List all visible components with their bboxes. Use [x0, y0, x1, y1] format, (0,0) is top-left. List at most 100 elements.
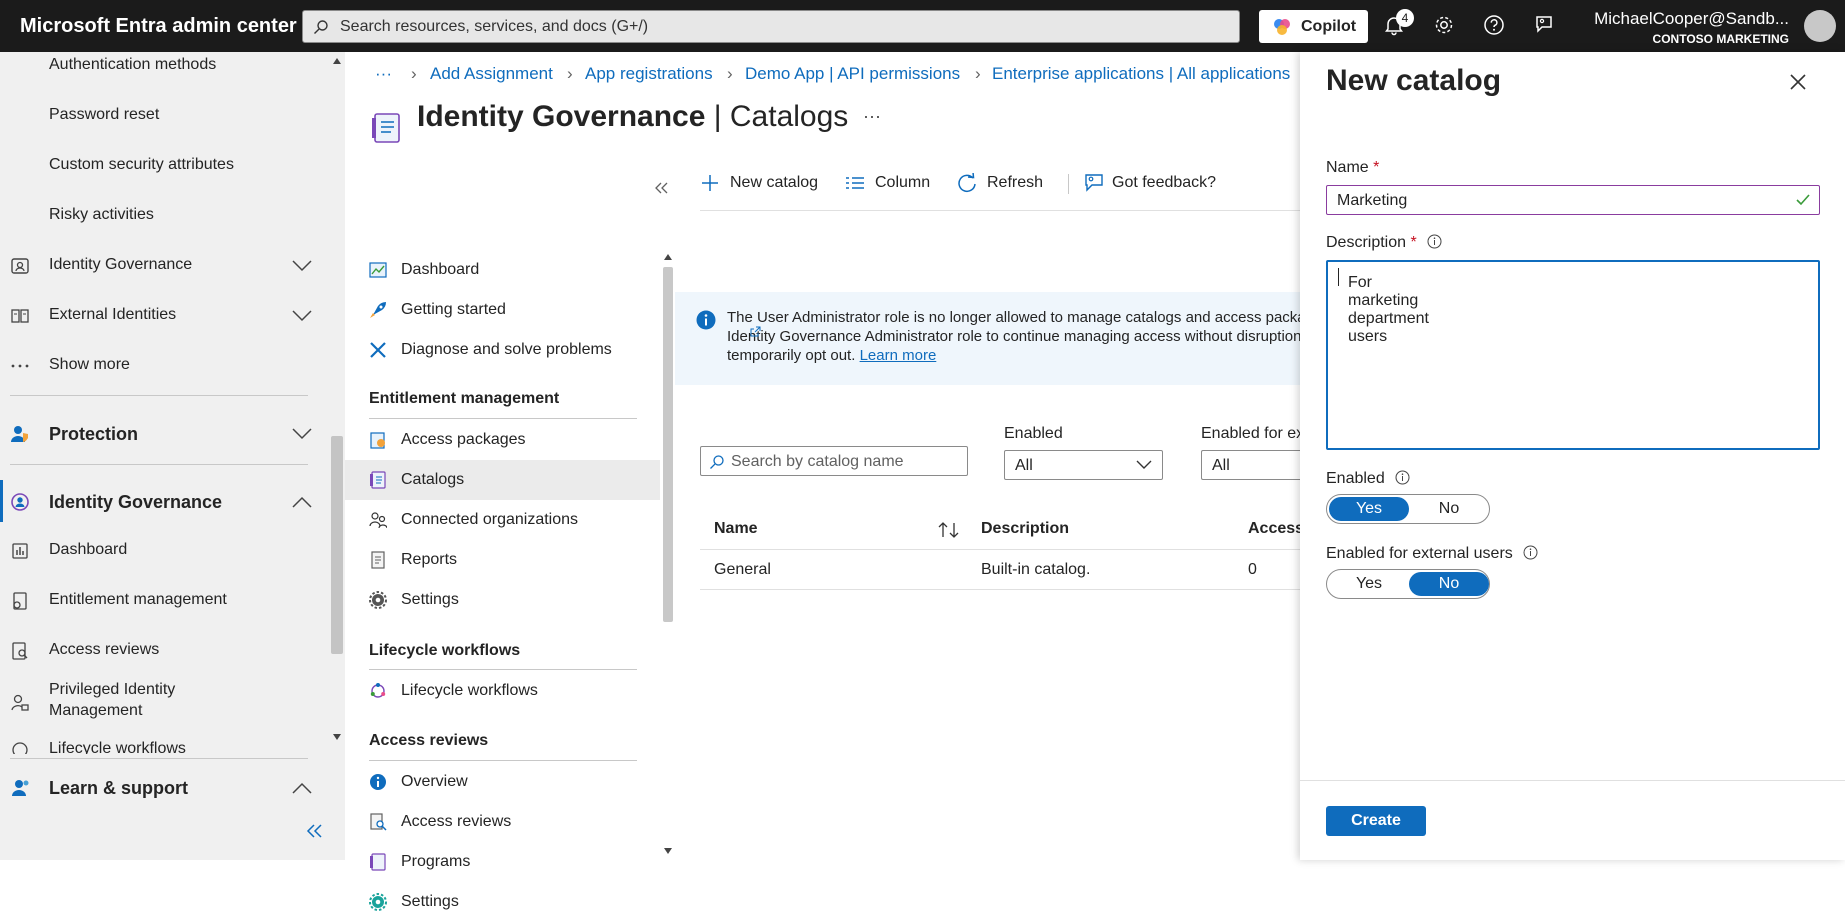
nav-item-label: External Identities [49, 306, 177, 323]
enabled-toggle-label: Enabled [1326, 470, 1410, 488]
refresh-button[interactable]: Refresh [957, 164, 1057, 202]
new-catalog-button[interactable]: New catalog [700, 164, 830, 202]
scroll-up-icon[interactable] [664, 254, 672, 260]
info-line-2: Identity Governance Administrator role t… [727, 328, 1302, 345]
enabled-no-option[interactable]: No [1409, 497, 1489, 521]
chevron-up-icon [292, 496, 312, 508]
external-no-option[interactable]: No [1409, 572, 1489, 596]
nav-section-learn-support[interactable]: Learn & support [0, 768, 330, 808]
enabled-yes-option[interactable]: Yes [1329, 497, 1409, 521]
menu-item-connected-organizations[interactable]: Connected organizations [345, 500, 660, 540]
external-filter-value: All [1212, 457, 1230, 474]
nav-item-entitlement-management[interactable]: Entitlement management [0, 581, 330, 621]
info-icon[interactable] [1395, 470, 1410, 485]
nav-item-risky-activities[interactable]: Risky activities [0, 196, 330, 236]
table-header: Name Description Access [700, 508, 1304, 550]
page-title: Identity Governance | Catalogs [417, 100, 848, 134]
menu-item-ar-settings[interactable]: Settings [345, 882, 660, 922]
menu-item-dashboard[interactable]: Dashboard [345, 250, 660, 290]
settings-gear-icon [369, 591, 387, 609]
menu-item-overview[interactable]: Overview [345, 762, 660, 802]
account-manager[interactable]: MichaelCooper@Sandb... CONTOSO MARKETING [1594, 9, 1789, 46]
global-search-input[interactable]: Search resources, services, and docs (G+… [302, 10, 1240, 43]
copilot-button[interactable]: Copilot [1259, 10, 1368, 43]
nav-item-external-identities[interactable]: External Identities [0, 296, 330, 336]
menu-item-em-settings[interactable]: Settings [345, 580, 660, 620]
help-icon[interactable] [1483, 14, 1507, 38]
breadcrumb-more-button[interactable]: ··· [375, 64, 392, 84]
menu-item-label: Connected organizations [401, 511, 579, 528]
table-row[interactable]: General Built-in catalog. 0 [700, 550, 1300, 590]
scroll-up-icon[interactable] [333, 58, 341, 64]
close-panel-button[interactable] [1788, 72, 1812, 96]
collapse-nav-icon[interactable] [306, 824, 324, 838]
nav-item-access-reviews[interactable]: Access reviews [0, 631, 330, 671]
menu-item-label: Programs [401, 853, 471, 870]
description-field[interactable]: For marketing department users [1326, 260, 1820, 450]
nav-item-show-more[interactable]: Show more [0, 346, 330, 386]
info-icon[interactable] [1427, 234, 1442, 249]
catalog-page-icon [369, 110, 405, 146]
menu-item-label: Catalogs [401, 471, 465, 488]
nav-item-lifecycle-workflows-clipped[interactable]: Lifecycle workflows [0, 736, 330, 754]
menu-item-access-reviews[interactable]: Access reviews [345, 802, 660, 842]
learn-more-link[interactable]: Learn more [860, 347, 937, 364]
new-catalog-label: New catalog [730, 174, 819, 191]
left-nav-scroll-thumb[interactable] [331, 436, 343, 654]
create-button[interactable]: Create [1326, 806, 1426, 836]
sort-icon[interactable] [938, 521, 960, 539]
chevron-down-icon [1136, 460, 1152, 469]
avatar[interactable] [1804, 10, 1836, 42]
nav-section-identity-governance[interactable]: Identity Governance [0, 482, 330, 522]
enabled-filter-dropdown[interactable]: All [1004, 450, 1163, 480]
feedback-button[interactable]: Got feedback? [1082, 164, 1232, 202]
row-name[interactable]: General [714, 561, 771, 579]
pim-icon [11, 694, 29, 711]
column-header-access[interactable]: Access [1248, 520, 1304, 538]
nav-item-label: Privileged Identity Management [49, 681, 176, 719]
info-icon[interactable] [1523, 545, 1538, 560]
name-field[interactable]: Marketing [1326, 185, 1820, 215]
divider [10, 464, 308, 465]
external-yes-option[interactable]: Yes [1329, 572, 1409, 596]
nav-item-custom-security-attributes[interactable]: Custom security attributes [0, 146, 330, 186]
catalog-search-input[interactable]: Search by catalog name [700, 446, 968, 476]
page-more-button[interactable]: ··· [863, 106, 881, 127]
rocket-icon [370, 302, 386, 318]
menu-item-catalogs[interactable]: Catalogs [345, 460, 660, 500]
scroll-down-icon[interactable] [333, 734, 341, 740]
nav-item-authentication-methods[interactable]: Authentication methods [0, 46, 330, 86]
breadcrumb-enterprise-applications[interactable]: Enterprise applications | All applicatio… [992, 64, 1290, 84]
external-filter-label: Enabled for ex [1201, 425, 1300, 442]
column-button[interactable]: Column [845, 164, 945, 202]
nav-section-protection[interactable]: Protection [0, 414, 330, 454]
feedback-icon[interactable] [1533, 14, 1557, 38]
enabled-label-text: Enabled [1326, 470, 1385, 487]
settings-gear-icon[interactable] [1433, 14, 1457, 38]
nav-item-label: Show more [49, 356, 130, 373]
breadcrumb-add-assignment[interactable]: Add Assignment [430, 64, 553, 84]
menu-item-access-packages[interactable]: Access packages [345, 420, 660, 460]
app-title[interactable]: Microsoft Entra admin center [20, 15, 297, 38]
feedback-label: Got feedback? [1112, 174, 1217, 191]
menu-item-getting-started[interactable]: Getting started [345, 290, 660, 330]
nav-item-password-reset[interactable]: Password reset [0, 96, 330, 136]
learn-more-label: Learn more [859, 347, 937, 364]
lifecycle-icon [370, 683, 386, 698]
menu-scroll-thumb[interactable] [663, 267, 673, 622]
menu-item-programs[interactable]: Programs [345, 842, 660, 882]
breadcrumb-app-registrations[interactable]: App registrations [585, 64, 713, 84]
org-name: CONTOSO MARKETING [1652, 32, 1789, 46]
nav-item-identity-governance-collapsed[interactable]: Identity Governance [0, 246, 330, 286]
menu-item-lifecycle-workflows[interactable]: Lifecycle workflows [345, 671, 660, 711]
nav-item-privileged-identity-management[interactable]: Privileged Identity Management [0, 676, 330, 726]
column-header-name[interactable]: Name [714, 520, 758, 538]
column-header-description[interactable]: Description [981, 520, 1069, 538]
left-navigation: Authentication methods Password reset Cu… [0, 52, 345, 860]
lifecycle-icon [12, 742, 28, 754]
menu-item-reports[interactable]: Reports [345, 540, 660, 580]
menu-item-diagnose[interactable]: Diagnose and solve problems [345, 330, 660, 370]
scroll-down-icon[interactable] [664, 848, 672, 854]
breadcrumb-demo-app[interactable]: Demo App | API permissions [745, 64, 960, 84]
nav-item-ig-dashboard[interactable]: Dashboard [0, 531, 330, 571]
